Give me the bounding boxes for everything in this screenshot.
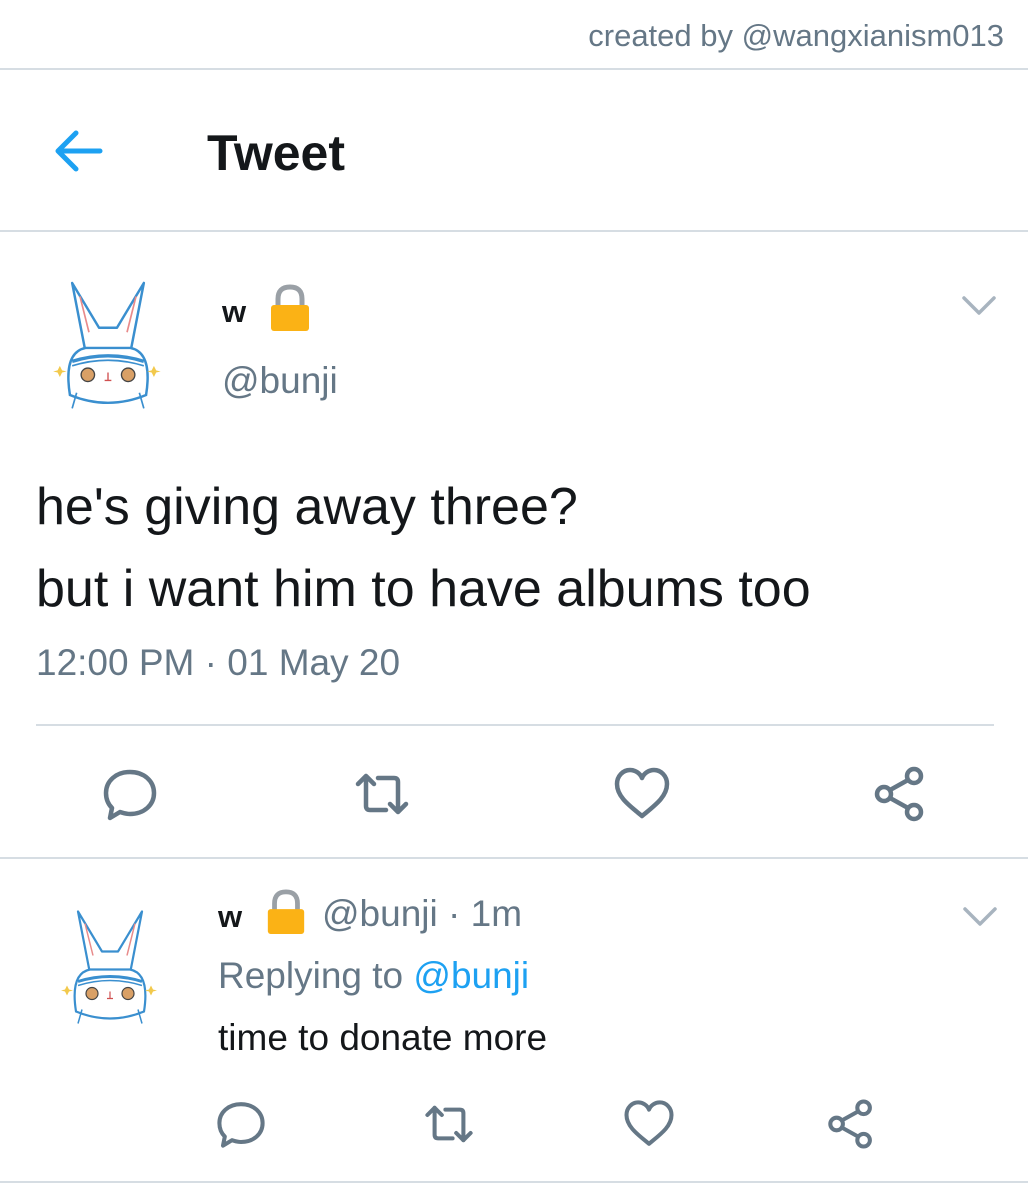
tweet-time: 12:00 PM [36,642,195,683]
arrow-left-icon [55,130,103,172]
avatar[interactable] [52,274,164,414]
lock-icon [267,284,313,332]
replying-to-label: Replying to [218,955,404,996]
credit-bar: created by @wangxianism013 [0,0,1028,70]
like-button[interactable] [612,764,672,824]
heart-icon [614,767,670,819]
chevron-down-icon[interactable] [962,905,998,929]
author-handle[interactable]: @bunji [322,893,438,934]
bunny-avatar-image [61,910,157,1024]
tweet-age[interactable]: 1m [471,893,522,934]
divider [36,724,994,726]
share-button[interactable] [870,764,930,824]
retweet-icon [355,773,409,815]
author-name[interactable]: w [222,294,246,330]
heart-icon [624,1100,674,1146]
reply-button[interactable] [214,1097,268,1151]
tweet-date: 01 May 20 [227,642,401,683]
tweet-timestamp[interactable]: 12:00 PM · 01 May 20 [36,642,400,684]
replying-to-link[interactable]: @bunji [413,955,529,996]
app-header: Tweet [0,72,1028,232]
share-icon [874,766,924,822]
retweet-button[interactable] [352,764,412,824]
reply-tweet[interactable]: w @bunji · 1m Replying to @bunji time to… [0,861,1028,1183]
tweet-text: he's giving away three? but i want him t… [36,466,811,630]
meta-separator: · [204,642,217,683]
share-icon [828,1099,872,1149]
retweet-icon [425,1105,473,1143]
main-tweet: w @bunji he's giving away three? but i w… [0,234,1028,859]
share-button[interactable] [824,1097,878,1151]
like-button[interactable] [622,1097,676,1151]
author-name[interactable]: w [218,899,242,935]
page-title: Tweet [207,125,345,181]
retweet-button[interactable] [422,1097,476,1151]
tweet-text-line: he's giving away three? [36,478,578,536]
chevron-down-icon[interactable] [961,294,997,318]
meta-separator: · [448,893,461,934]
reply-icon [103,769,157,821]
lock-icon [264,889,308,935]
reply-icon [217,1102,265,1148]
bunny-avatar-image [53,281,161,409]
reply-meta: @bunji · 1m [322,893,522,935]
tweet-text: time to donate more [218,1017,548,1058]
avatar[interactable] [60,901,160,1031]
replying-to: Replying to @bunji [218,955,529,997]
creator-credit: created by @wangxianism013 [588,18,1004,53]
reply-button[interactable] [100,764,160,824]
back-button[interactable] [50,126,110,176]
tweet-text-line: but i want him to have albums too [36,560,811,618]
author-handle[interactable]: @bunji [222,360,338,402]
